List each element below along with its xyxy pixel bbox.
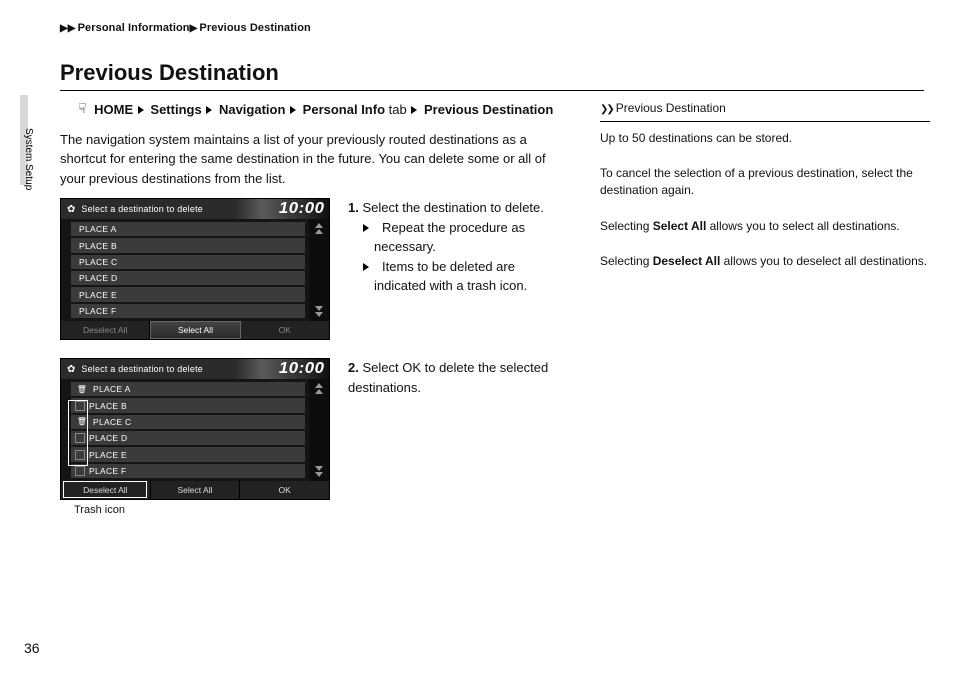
- menu-path: ☟ HOME Settings Navigation Personal Info…: [78, 100, 570, 120]
- checkbox-icon: [75, 450, 85, 460]
- list-item[interactable]: PLACE E: [71, 447, 305, 461]
- list-item[interactable]: PLACE B: [71, 398, 305, 412]
- checkbox-icon: [75, 401, 85, 411]
- scroll-bar[interactable]: [309, 219, 329, 321]
- list-item-label: PLACE F: [89, 466, 127, 476]
- deselect-all-button[interactable]: Deselect All: [61, 321, 150, 339]
- deselect-all-button[interactable]: Deselect All: [61, 481, 151, 499]
- select-all-button[interactable]: Select All: [151, 481, 241, 499]
- sidebar-note: Selecting Select All allows you to selec…: [600, 218, 930, 235]
- intro-paragraph: The navigation system maintains a list o…: [60, 130, 570, 189]
- list-item-label: PLACE B: [89, 401, 127, 411]
- gear-icon: ✿: [67, 364, 75, 375]
- ok-button[interactable]: OK: [240, 481, 329, 499]
- chevron-up-icon: [315, 383, 323, 394]
- nav-navigation: Navigation: [219, 102, 285, 117]
- side-tab-label: System Setup: [23, 128, 34, 190]
- breadcrumb-seg2: Previous Destination: [199, 22, 310, 34]
- sidebar-note: Selecting Deselect All allows you to des…: [600, 253, 930, 270]
- list-item-label: PLACE E: [89, 450, 127, 460]
- ok-button[interactable]: OK: [241, 321, 329, 339]
- sidebar-heading-text: Previous Destination: [616, 101, 726, 115]
- breadcrumb: ▶▶Personal Information▶Previous Destinat…: [60, 22, 311, 34]
- ok-label: OK: [402, 360, 421, 375]
- checkbox-icon: [75, 466, 85, 476]
- screenshot-header: Select a destination to delete: [81, 204, 273, 214]
- clock: 10:00: [278, 360, 324, 378]
- sidebar-column: ❯❯Previous Destination Up to 50 destinat…: [600, 100, 930, 534]
- sidebar-heading: ❯❯Previous Destination: [600, 100, 930, 122]
- list-item-label: PLACE C: [93, 417, 131, 427]
- list-item[interactable]: PLACE E: [71, 287, 305, 301]
- gear-icon: ✿: [67, 204, 75, 215]
- triangle-icon: [138, 106, 144, 114]
- main-column: ☟ HOME Settings Navigation Personal Info…: [60, 100, 570, 534]
- sidebar-note: To cancel the selection of a previous de…: [600, 165, 930, 200]
- list-item[interactable]: PLACE A: [71, 222, 305, 236]
- triangle-icon: [411, 106, 417, 114]
- list-item[interactable]: 🗑 PLACE A: [71, 382, 305, 396]
- page-number: 36: [24, 640, 40, 656]
- screenshot-header: Select a destination to delete: [81, 364, 273, 374]
- chevron-up-icon: [315, 223, 323, 234]
- step-2: 2. Select OK to delete the selected dest…: [348, 358, 570, 516]
- trash-icon: 🗑: [75, 415, 89, 429]
- step-sub: Items to be deleted are indicated with a…: [374, 259, 527, 294]
- sidebar-note: Up to 50 destinations can be stored.: [600, 130, 930, 147]
- trash-icon: 🗑: [75, 382, 89, 396]
- clock: 10:00: [278, 200, 324, 218]
- select-all-label: Select All: [653, 219, 707, 233]
- scroll-bar[interactable]: [309, 379, 329, 481]
- checkbox-icon: [75, 433, 85, 443]
- screenshot-1: ✿ Select a destination to delete 10:00 P…: [60, 198, 330, 340]
- double-arrow-icon: ❯❯: [600, 104, 613, 115]
- step-text: Select: [362, 360, 402, 375]
- step-text: Select the destination to delete.: [362, 200, 543, 215]
- breadcrumb-seg1: Personal Information: [78, 22, 190, 34]
- arrow-icon: ▶▶: [60, 23, 76, 34]
- step-number: 2.: [348, 360, 359, 375]
- list-item[interactable]: 🗑 PLACE C: [71, 415, 305, 429]
- list-item[interactable]: PLACE B: [71, 238, 305, 252]
- list-item[interactable]: PLACE F: [71, 304, 305, 318]
- nav-tab-word: tab: [389, 102, 407, 117]
- list-item[interactable]: PLACE C: [71, 255, 305, 269]
- nav-settings: Settings: [150, 102, 201, 117]
- screenshot-caption: Trash icon: [74, 504, 330, 516]
- list-item[interactable]: PLACE F: [71, 464, 305, 478]
- nav-personal-info: Personal Info: [303, 102, 385, 117]
- step-sub: Repeat the procedure as necessary.: [374, 220, 525, 255]
- nav-previous-destination: Previous Destination: [424, 102, 553, 117]
- chevron-down-icon: [315, 466, 323, 477]
- deselect-all-label: Deselect All: [653, 254, 721, 268]
- step-1: 1. Select the destination to delete. Rep…: [348, 198, 570, 340]
- triangle-icon: [363, 263, 379, 271]
- screenshot-2: ✿ Select a destination to delete 10:00 🗑…: [60, 358, 330, 516]
- list-item[interactable]: PLACE D: [71, 271, 305, 285]
- list-item[interactable]: PLACE D: [71, 431, 305, 445]
- chevron-down-icon: [315, 306, 323, 317]
- triangle-icon: [206, 106, 212, 114]
- hand-icon: ☟: [78, 100, 87, 116]
- triangle-icon: [363, 224, 379, 232]
- triangle-icon: [290, 106, 296, 114]
- list-item-label: PLACE D: [89, 433, 127, 443]
- list-item-label: PLACE A: [93, 384, 131, 394]
- arrow-icon: ▶: [190, 23, 198, 34]
- nav-home: HOME: [94, 102, 133, 117]
- page-title: Previous Destination: [60, 60, 924, 91]
- step-number: 1.: [348, 200, 359, 215]
- select-all-button[interactable]: Select All: [150, 321, 240, 339]
